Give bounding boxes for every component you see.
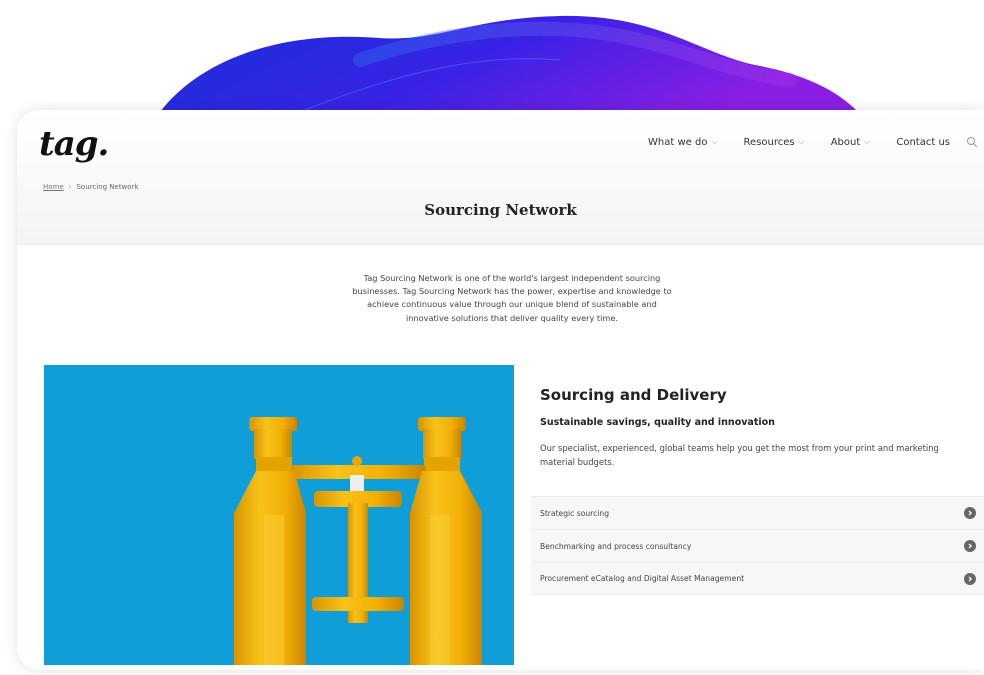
- accordion-item-benchmarking[interactable]: Benchmarking and process consultancy: [531, 529, 984, 562]
- services-accordion: Strategic sourcing Benchmarking and proc…: [531, 496, 984, 595]
- section-subtitle: Sustainable savings, quality and innovat…: [540, 417, 775, 428]
- accordion-item-procurement-ecatalog[interactable]: Procurement eCatalog and Digital Asset M…: [531, 562, 984, 595]
- nav-item-label: What we do: [648, 136, 708, 148]
- chevron-down-icon: ⌵: [864, 137, 871, 146]
- section-title: Sourcing and Delivery: [540, 386, 727, 404]
- chevron-right-circle-icon[interactable]: [964, 540, 976, 552]
- breadcrumb-current: Sourcing Network: [76, 183, 139, 191]
- accordion-item-strategic-sourcing[interactable]: Strategic sourcing: [531, 496, 984, 529]
- intro-paragraph: Tag Sourcing Network is one of the world…: [352, 273, 672, 323]
- breadcrumb-home-link[interactable]: Home: [43, 183, 64, 191]
- page-header: [17, 110, 984, 245]
- page-title: Sourcing Network: [424, 201, 577, 219]
- accordion-item-label: Strategic sourcing: [540, 508, 610, 518]
- nav-item-what-we-do[interactable]: What we do ⌵: [648, 137, 718, 148]
- browser-card: tag. What we do ⌵ Resources ⌵ About ⌵ Co…: [17, 110, 984, 670]
- nav-item-label: Resources: [743, 136, 795, 148]
- accordion-item-label: Procurement eCatalog and Digital Asset M…: [540, 574, 745, 583]
- nav-item-resources[interactable]: Resources ⌵: [744, 137, 805, 148]
- binoculars-illustration: [44, 365, 514, 665]
- breadcrumb: Home › Sourcing Network: [43, 183, 139, 191]
- chevron-down-icon: ⌵: [711, 137, 718, 146]
- nav-item-contact-us[interactable]: Contact us: [896, 137, 950, 148]
- chevron-right-circle-icon[interactable]: [964, 572, 976, 585]
- binoculars-image: [44, 365, 514, 665]
- breadcrumb-separator-icon: ›: [68, 183, 72, 191]
- chevron-down-icon: ⌵: [798, 137, 805, 146]
- main-navigation: What we do ⌵ Resources ⌵ About ⌵ Contact…: [648, 136, 984, 148]
- search-icon[interactable]: [966, 136, 978, 148]
- chevron-right-circle-icon[interactable]: [964, 507, 976, 519]
- nav-item-label: About: [830, 136, 861, 148]
- tag-logo[interactable]: tag.: [39, 124, 109, 164]
- accordion-item-label: Benchmarking and process consultancy: [540, 541, 692, 551]
- section-description: Our specialist, experienced, global team…: [540, 443, 939, 467]
- nav-item-about[interactable]: About ⌵: [831, 137, 871, 148]
